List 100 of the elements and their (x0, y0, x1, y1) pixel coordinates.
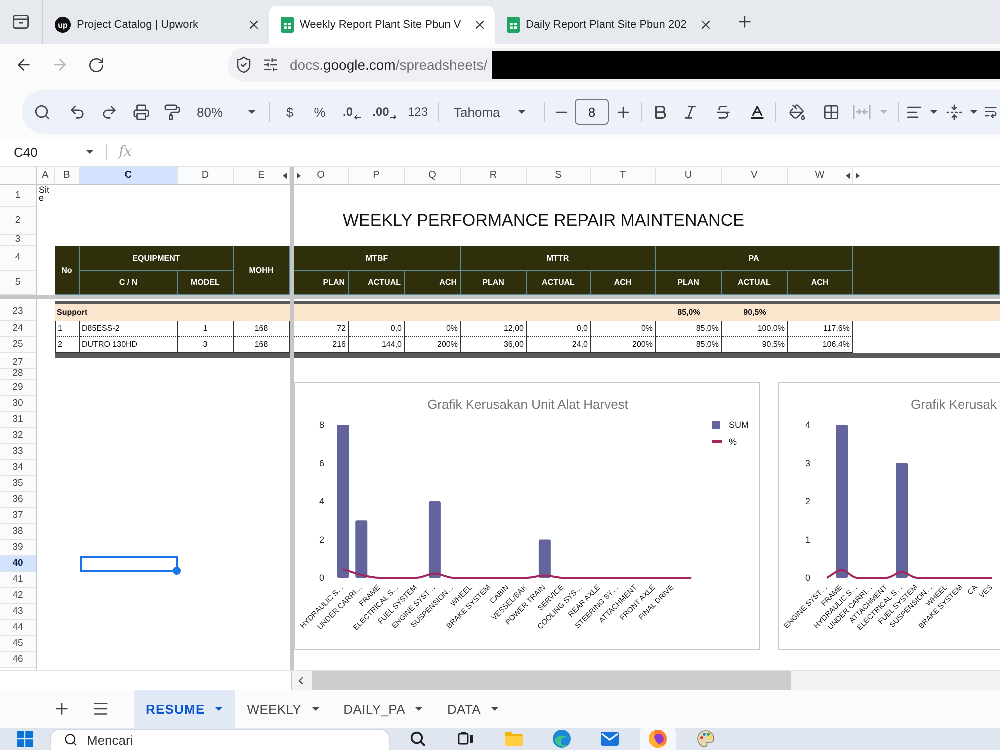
shield-icon[interactable] (235, 56, 253, 74)
close-icon[interactable] (473, 18, 487, 32)
column-header[interactable]: D (178, 167, 234, 185)
row-header[interactable]: 30 (0, 396, 37, 412)
name-box[interactable]: C40 (0, 140, 100, 164)
zoom-dropdown[interactable]: 80% (187, 96, 263, 128)
row-header[interactable]: 37 (0, 508, 37, 524)
row-header[interactable]: 4 (0, 246, 37, 271)
caret-icon (491, 707, 500, 711)
column-header[interactable]: C (80, 167, 178, 185)
font-size-field[interactable]: 8 (575, 99, 609, 125)
y-tick-label: 1 (806, 534, 810, 545)
row-header[interactable]: 46 (0, 652, 37, 668)
row-header[interactable]: 44 (0, 620, 37, 636)
column-header[interactable]: O (294, 167, 349, 185)
fill-handle[interactable] (173, 567, 181, 575)
text-wrap-icon[interactable] (984, 105, 998, 119)
close-icon[interactable] (247, 18, 261, 32)
row-header[interactable]: 39 (0, 540, 37, 556)
taskbar-search-field[interactable]: Mencari (50, 729, 390, 750)
underlined-a-icon[interactable] (748, 104, 766, 120)
box-icon[interactable] (13, 15, 29, 29)
browser-tab[interactable]: Weekly Report Plant Site Pbun V (269, 6, 495, 44)
row-header[interactable]: 5 (0, 271, 37, 295)
paint-roller-icon[interactable] (164, 104, 180, 120)
left-triangle-icon[interactable] (283, 173, 287, 179)
browser-tab[interactable]: Daily Report Plant Site Pbun 202 (495, 6, 721, 44)
column-header[interactable]: W (788, 167, 853, 185)
y-tick-label: 4 (806, 420, 810, 430)
left-triangle-icon[interactable] (846, 173, 850, 179)
column-header[interactable]: T (591, 167, 656, 185)
row-header[interactable]: 23 (0, 304, 37, 321)
column-header[interactable]: S (527, 167, 591, 185)
row-header[interactable]: 38 (0, 524, 37, 540)
table-cell: 0,0 (349, 321, 405, 337)
font-dropdown[interactable]: Tahoma (443, 96, 533, 128)
browser-tab[interactable]: up Project Catalog | Upwork (43, 6, 269, 44)
row-header[interactable]: 25 (0, 337, 37, 353)
row-header[interactable]: 33 (0, 444, 37, 460)
column-header[interactable]: A (37, 167, 55, 185)
column-header[interactable]: E (234, 167, 290, 185)
row-header[interactable]: 43 (0, 604, 37, 620)
reload-icon[interactable] (88, 56, 104, 74)
strikethrough-icon[interactable] (714, 104, 732, 120)
percent-format-button[interactable]: % (304, 96, 336, 128)
window-grid-icon[interactable] (17, 731, 33, 747)
column-header[interactable]: Q (405, 167, 461, 185)
scrollbar-thumb[interactable] (312, 671, 791, 690)
new-tab-icon[interactable] (736, 13, 754, 31)
sheet-tab[interactable]: DAILY_PA (332, 690, 436, 728)
column-header[interactable]: B (55, 167, 80, 185)
row-header[interactable]: 45 (0, 636, 37, 652)
back-icon[interactable] (15, 56, 33, 74)
right-triangle-icon[interactable] (856, 173, 860, 179)
paint-bucket-icon[interactable] (788, 104, 806, 120)
y-tick-label: 6 (320, 458, 324, 468)
row-header[interactable]: 41 (0, 572, 37, 588)
column-header[interactable]: R (461, 167, 527, 185)
increase-decimal-button[interactable]: .00 (368, 96, 402, 128)
search-icon[interactable] (34, 104, 50, 120)
row-header[interactable]: 27 (0, 358, 37, 369)
site-label: Site (38, 185, 51, 205)
table-cell: 85,0% (656, 321, 722, 337)
column-header[interactable]: P (349, 167, 405, 185)
row-header[interactable]: 31 (0, 412, 37, 428)
row-header[interactable]: 34 (0, 460, 37, 476)
table-header-cell: ACTUAL (527, 271, 591, 295)
menu-icon[interactable] (92, 700, 110, 718)
row-header[interactable]: 3 (0, 235, 37, 246)
row-header[interactable]: 29 (0, 380, 37, 396)
sheet-tab[interactable]: RESUME (134, 690, 236, 728)
row-header[interactable]: 36 (0, 492, 37, 508)
right-triangle-icon[interactable] (297, 173, 301, 179)
task-view-icon (458, 732, 474, 746)
row-header[interactable]: 40 (0, 556, 37, 572)
number-format-button[interactable]: 123 (402, 96, 434, 128)
currency-format-button[interactable]: $ (276, 96, 304, 128)
decrease-decimal-button[interactable]: .0 (336, 96, 368, 128)
redo-icon[interactable] (100, 104, 118, 120)
sliders-icon[interactable] (263, 57, 279, 73)
undo-icon[interactable] (68, 104, 86, 120)
add-sheet-icon[interactable] (53, 700, 71, 718)
sheet-tab[interactable]: DATA (435, 690, 512, 728)
close-icon[interactable] (699, 18, 713, 32)
column-header[interactable]: V (722, 167, 788, 185)
sheet-tab[interactable]: WEEKLY (235, 690, 332, 728)
row-header[interactable]: 35 (0, 476, 37, 492)
address-field[interactable]: docs.google.com/spreadsheets/ (228, 48, 1000, 82)
selected-cell[interactable] (80, 556, 178, 572)
row-header[interactable]: 2 (0, 207, 37, 235)
row-header[interactable]: 32 (0, 428, 37, 444)
arrows-to-line-icon[interactable] (946, 104, 962, 120)
grid-icon[interactable] (822, 104, 840, 120)
row-header[interactable]: 28 (0, 369, 37, 380)
print-icon[interactable] (132, 104, 150, 120)
column-header[interactable]: U (656, 167, 722, 185)
row-header[interactable]: 42 (0, 588, 37, 604)
row-header[interactable]: 1 (0, 185, 37, 207)
row-header[interactable]: 24 (0, 321, 37, 337)
scroll-left-button[interactable] (292, 671, 310, 690)
